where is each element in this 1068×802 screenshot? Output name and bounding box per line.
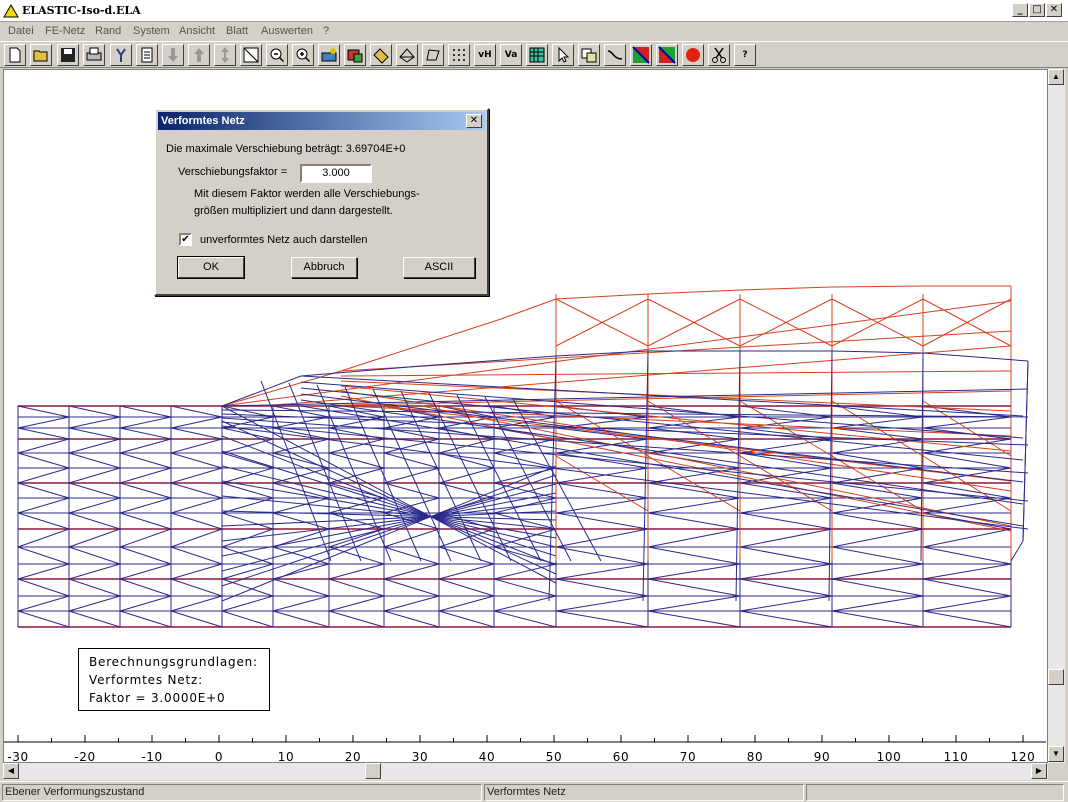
app-icon (3, 4, 19, 18)
toolbar: vH Va ? (0, 41, 1068, 68)
print-icon[interactable] (83, 44, 105, 66)
line-icon[interactable] (604, 44, 626, 66)
deformed-mesh-dialog: Verformtes Netz ✕ Die maximale Verschieb… (154, 108, 489, 296)
pointer-icon[interactable] (552, 44, 574, 66)
vertical-scroll-thumb[interactable] (1048, 669, 1064, 685)
axis-tick-label: -20 (74, 750, 95, 762)
axis-tick-label: 0 (215, 750, 223, 762)
color-1-icon[interactable] (630, 44, 652, 66)
element-icon[interactable] (370, 44, 392, 66)
arrow-up-icon[interactable] (188, 44, 210, 66)
status-extra (806, 784, 1064, 801)
scroll-down-icon[interactable]: ▼ (1048, 746, 1064, 762)
dialog-close-icon[interactable]: ✕ (466, 114, 482, 128)
open-folder-icon[interactable] (30, 44, 52, 66)
maximize-button[interactable]: □ (1029, 3, 1045, 17)
zoom-window-icon[interactable] (240, 44, 262, 66)
info-line-2: Verformtes Netz: (89, 673, 203, 687)
status-mode: Ebener Verformungszustand (2, 784, 482, 801)
axis-tick-label: 20 (345, 750, 361, 762)
window-title: ELASTIC-Iso-d.ELA (22, 4, 141, 17)
undeformed-checkbox[interactable]: ✔ (179, 233, 192, 246)
points-icon[interactable] (448, 44, 470, 66)
scroll-up-icon[interactable]: ▲ (1048, 69, 1064, 85)
cancel-button[interactable]: Abbruch (291, 257, 357, 278)
axis-tick-label: 110 (944, 750, 969, 762)
zoom-out-icon[interactable] (266, 44, 288, 66)
axis-tick-label: -10 (141, 750, 162, 762)
scroll-right-icon[interactable]: ▶ (1031, 763, 1047, 779)
node-icon[interactable] (344, 44, 366, 66)
undeformed-checkbox-label[interactable]: unverformtes Netz auch darstellen (200, 234, 368, 246)
axis-tick-label: 120 (1011, 750, 1036, 762)
vertical-scrollbar[interactable]: ▲ ▼ (1048, 69, 1065, 763)
zoom-in-icon[interactable] (292, 44, 314, 66)
menu-auswerten[interactable]: Auswerten (261, 25, 313, 37)
color-2-icon[interactable] (656, 44, 678, 66)
axis-tick-label: 80 (747, 750, 763, 762)
axis-tick-label: 50 (546, 750, 562, 762)
save-icon[interactable] (57, 44, 79, 66)
factor-input[interactable]: 3.000 (300, 164, 372, 183)
info-line-3: Faktor = 3.0000E+0 (89, 691, 226, 705)
minimize-button[interactable]: _ (1012, 3, 1028, 17)
menu-datei[interactable]: Datei (8, 25, 34, 37)
axis-tick-label: -30 (7, 750, 28, 762)
dialog-title-bar[interactable]: Verformtes Netz ✕ (158, 112, 485, 130)
help-icon[interactable]: ? (734, 44, 756, 66)
axis-tick-label: 100 (877, 750, 902, 762)
menu-ansicht[interactable]: Ansicht (179, 25, 215, 37)
axis-tick-label: 60 (613, 750, 629, 762)
menu-rand[interactable]: Rand (95, 25, 121, 37)
scroll-left-icon[interactable]: ◀ (3, 763, 19, 779)
menu-bar: Datei FE-Netz Rand System Ansicht Blatt … (0, 22, 1068, 41)
menu-system[interactable]: System (133, 25, 170, 37)
axis-tick-label: 10 (278, 750, 294, 762)
new-file-icon[interactable] (4, 44, 26, 66)
scissors-icon[interactable] (708, 44, 730, 66)
factor-label: Verschiebungsfaktor = (178, 166, 288, 178)
status-bar: Ebener Verformungszustand Verformtes Net… (0, 781, 1068, 802)
status-view: Verformtes Netz (484, 784, 804, 801)
menu-fe-netz[interactable]: FE-Netz (45, 25, 85, 37)
horizontal-scrollbar[interactable]: ◀ ▶ (3, 763, 1048, 780)
arrow-updown-icon[interactable] (214, 44, 236, 66)
menu-blatt[interactable]: Blatt (226, 25, 248, 37)
close-button[interactable]: ✕ (1046, 3, 1062, 17)
record-icon[interactable] (682, 44, 704, 66)
axis-tick-label: 70 (680, 750, 696, 762)
horizontal-scroll-thumb[interactable] (365, 763, 381, 779)
axis-tick-label: 30 (412, 750, 428, 762)
properties-icon[interactable] (110, 44, 132, 66)
polygon-icon[interactable] (422, 44, 444, 66)
axis-tick-label: 40 (479, 750, 495, 762)
va-icon[interactable]: Va (500, 44, 522, 66)
description-line-2: größen multipliziert und dann dargestell… (194, 205, 393, 217)
mesh-icon[interactable] (396, 44, 418, 66)
axis-tick-label: 90 (814, 750, 830, 762)
ok-button[interactable]: OK (177, 256, 245, 279)
title-bar: ELASTIC-Iso-d.ELA _ □ ✕ (0, 0, 1068, 22)
info-box: Berechnungsgrundlagen: Verformtes Netz: … (78, 648, 270, 711)
vh-icon[interactable]: vH (474, 44, 496, 66)
max-displacement-text: Die maximale Verschiebung beträgt: 3.697… (166, 143, 406, 155)
copy-icon[interactable] (578, 44, 600, 66)
table-icon[interactable] (526, 44, 548, 66)
ascii-button[interactable]: ASCII (403, 257, 475, 278)
info-line-1: Berechnungsgrundlagen: (89, 655, 258, 669)
view-icon[interactable] (318, 44, 340, 66)
menu-help[interactable]: ? (323, 25, 329, 37)
arrow-down-icon[interactable] (162, 44, 184, 66)
dialog-title: Verformtes Netz (161, 115, 245, 127)
description-line-1: Mit diesem Faktor werden alle Verschiebu… (194, 188, 420, 200)
list-icon[interactable] (136, 44, 158, 66)
